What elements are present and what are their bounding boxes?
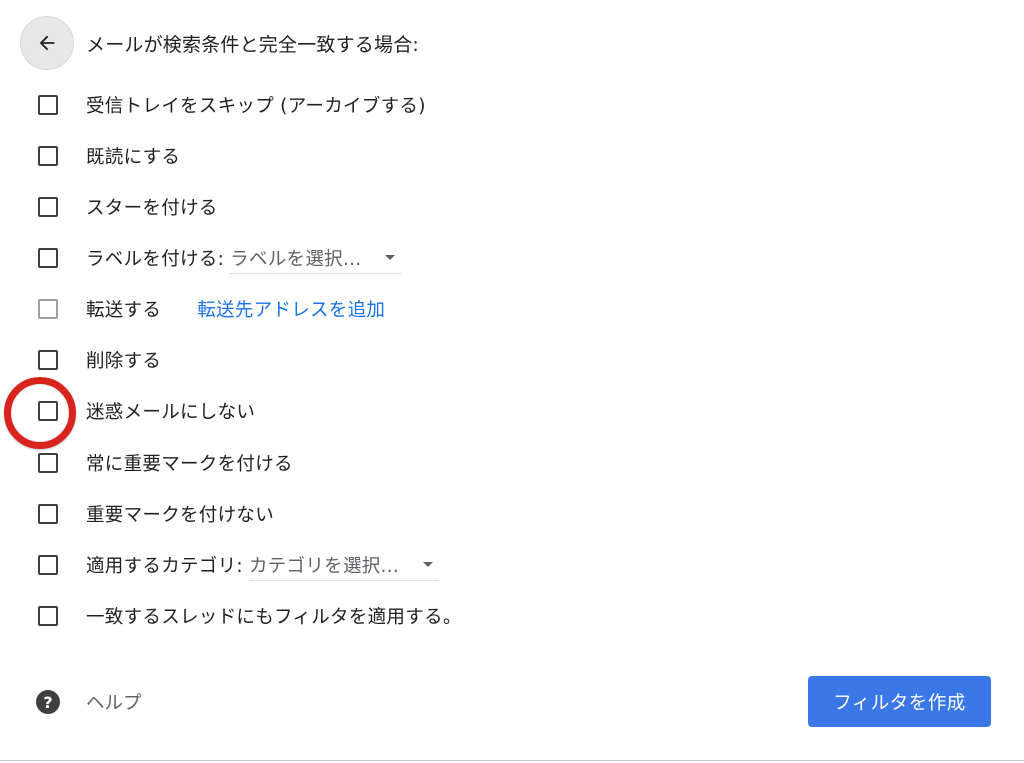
checkbox-never-spam[interactable] [38,401,58,421]
option-label: 削除する [86,351,162,372]
divider [0,760,1024,761]
option-label: 転送する [86,300,162,321]
option-label: 適用するカテゴリ: [86,556,243,577]
option-label: スターを付ける [86,198,218,219]
option-label: 迷惑メールにしない [86,402,256,423]
option-apply-label: ラベルを付ける: ラベルを選択... [38,242,402,274]
option-always-important: 常に重要マークを付ける [38,447,293,479]
filter-actions-panel: メールが検索条件と完全一致する場合: 受信トレイをスキップ (アーカイブする) … [0,0,1024,763]
label-select-value: ラベルを選択... [230,248,362,270]
option-forward: 転送する 転送先アドレスを追加 [38,293,385,325]
option-apply-to-threads: 一致するスレッドにもフィルタを適用する。 [38,600,462,632]
help-link[interactable]: ヘルプ [86,689,142,715]
option-never-important: 重要マークを付けない [38,498,274,530]
option-label: 重要マークを付けない [86,505,275,526]
checkbox-forward[interactable] [38,299,58,319]
checkbox-always-important[interactable] [38,453,58,473]
option-label: 常に重要マークを付ける [86,454,293,475]
option-label: 既読にする [86,147,181,168]
option-mark-read: 既読にする [38,140,180,172]
caret-down-icon [423,562,434,567]
back-button[interactable] [20,16,74,70]
checkbox-mark-read[interactable] [38,146,58,166]
option-skip-inbox: 受信トレイをスキップ (アーカイブする) [38,89,426,121]
checkbox-apply-to-threads[interactable] [38,606,58,626]
option-star: スターを付ける [38,191,218,223]
option-label: 一致するスレッドにもフィルタを適用する。 [86,607,462,628]
arrow-left-icon [39,35,55,51]
panel-header: メールが検索条件と完全一致する場合: [20,15,419,71]
option-never-spam: 迷惑メールにしない [38,395,255,427]
caret-down-icon [385,255,396,260]
checkbox-never-important[interactable] [38,504,58,524]
checkbox-skip-inbox[interactable] [38,95,58,115]
create-filter-button[interactable]: フィルタを作成 [808,676,991,727]
option-category: 適用するカテゴリ: カテゴリを選択... [38,549,440,581]
option-delete: 削除する [38,344,161,376]
option-label: 受信トレイをスキップ (アーカイブする) [86,96,426,117]
checkbox-category[interactable] [38,555,58,575]
category-select[interactable]: カテゴリを選択... [248,550,440,581]
help-area: ? ヘルプ [36,686,142,718]
header-title: メールが検索条件と完全一致する場合: [86,33,420,56]
question-circle-icon[interactable]: ? [36,690,60,714]
checkbox-delete[interactable] [38,350,58,370]
option-label: ラベルを付ける: [86,249,225,270]
checkbox-star[interactable] [38,197,58,217]
checkbox-apply-label[interactable] [38,248,58,268]
add-forwarding-address-link[interactable]: 転送先アドレスを追加 [197,296,385,322]
label-select[interactable]: ラベルを選択... [230,243,402,274]
category-select-value: カテゴリを選択... [248,555,400,577]
